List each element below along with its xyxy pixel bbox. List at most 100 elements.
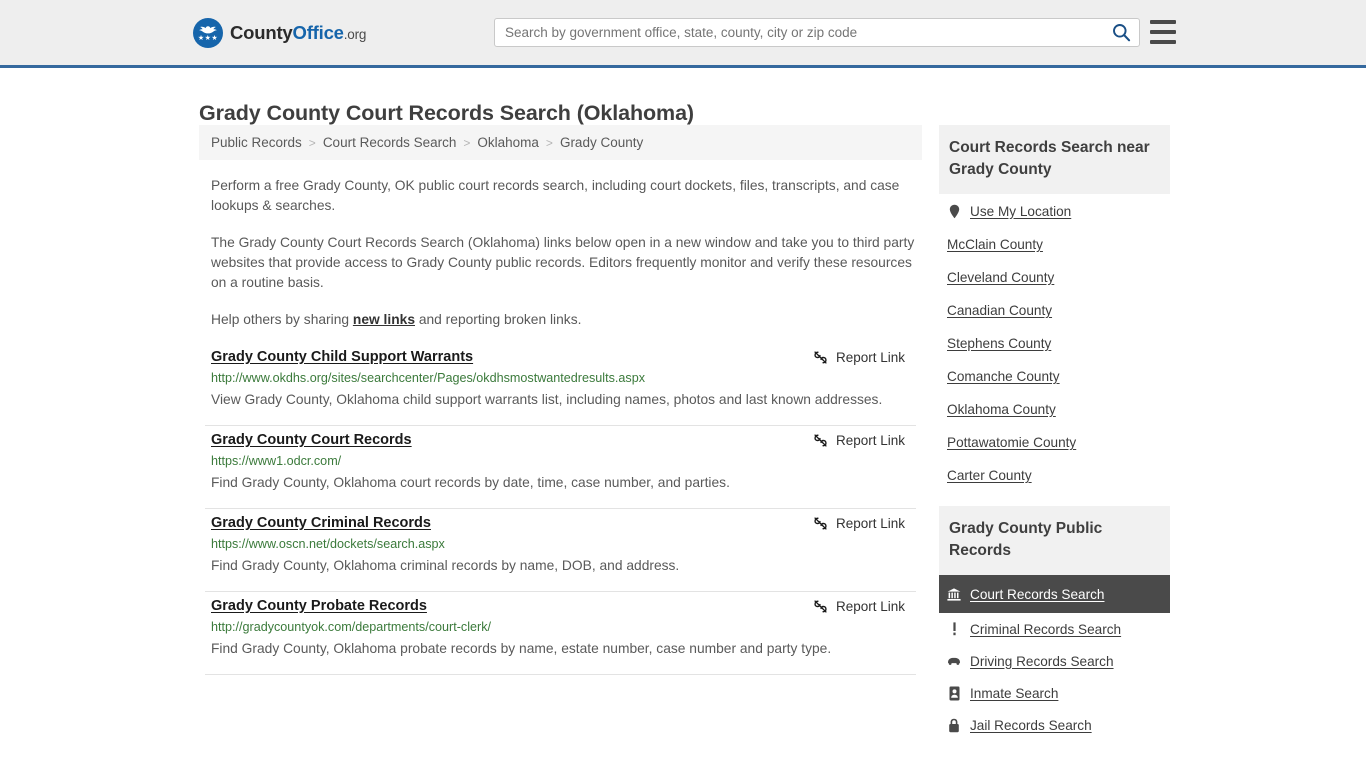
- sidebar-records-label[interactable]: Driving Records Search: [970, 654, 1114, 669]
- breadcrumb-separator: >: [308, 135, 316, 150]
- hamburger-bar-3: [1150, 40, 1176, 44]
- report-link-button[interactable]: Report Link: [813, 599, 905, 614]
- sidebar: Court Records Search near Grady County U…: [939, 125, 1170, 741]
- car-glyph: [948, 657, 960, 665]
- intro-paragraph-1: Perform a free Grady County, OK public c…: [211, 178, 900, 213]
- lock-glyph: [949, 718, 959, 732]
- page-title: Grady County Court Records Search (Oklah…: [199, 101, 694, 126]
- site-header: ★★★ CountyOffice.org: [0, 0, 1366, 68]
- search-button[interactable]: [1103, 19, 1139, 46]
- sidebar-nearby-label[interactable]: Pottawatomie County: [947, 435, 1076, 450]
- sidebar-records-label[interactable]: Inmate Search: [970, 686, 1058, 701]
- sidebar-nearby-label[interactable]: Oklahoma County: [947, 402, 1056, 417]
- hamburger-bar-1: [1150, 20, 1176, 24]
- broken-link-icon: [814, 600, 827, 613]
- sidebar-item-comanche-county[interactable]: Comanche County: [939, 360, 1170, 393]
- breadcrumb-separator: >: [545, 135, 553, 150]
- result-url[interactable]: https://www1.odcr.com/: [211, 454, 910, 468]
- report-link-label: Report Link: [835, 433, 905, 448]
- map-pin-icon: [947, 203, 961, 219]
- car-icon: [947, 653, 961, 669]
- broken-link-icon: [814, 517, 827, 530]
- sidebar-item-pottawatomie-county[interactable]: Pottawatomie County: [939, 426, 1170, 459]
- result-url[interactable]: http://www.okdhs.org/sites/searchcenter/…: [211, 371, 910, 385]
- sidebar-nearby-label[interactable]: Comanche County: [947, 369, 1060, 384]
- sidebar-item-oklahoma-county[interactable]: Oklahoma County: [939, 393, 1170, 426]
- logo-text-office: Office: [292, 22, 344, 43]
- report-link-label: Report Link: [835, 516, 905, 531]
- result-description: View Grady County, Oklahoma child suppor…: [211, 392, 883, 407]
- sidebar-item-jail-records-search[interactable]: Jail Records Search: [939, 709, 1170, 741]
- sidebar-item-mcclain-county[interactable]: McClain County: [939, 228, 1170, 261]
- sidebar-nearby-label[interactable]: McClain County: [947, 237, 1043, 252]
- sidebar-public-records-list: Court Records Search Criminal Records Se…: [939, 575, 1170, 741]
- sidebar-item-driving-records-search[interactable]: Driving Records Search: [939, 645, 1170, 677]
- intro-p3-before: Help others by sharing: [211, 312, 353, 327]
- id-badge-icon: [947, 685, 961, 701]
- sidebar-item-cleveland-county[interactable]: Cleveland County: [939, 261, 1170, 294]
- result-header: Grady County Child Support Warrants Repo…: [211, 349, 910, 365]
- result-title-link[interactable]: Grady County Child Support Warrants: [211, 349, 473, 365]
- result-url[interactable]: http://gradycountyok.com/departments/cou…: [211, 620, 910, 634]
- report-link-button[interactable]: Report Link: [813, 516, 905, 531]
- breadcrumb-item-public-records[interactable]: Public Records: [211, 135, 302, 150]
- breadcrumb-separator: >: [463, 135, 471, 150]
- courthouse-glyph: [947, 587, 961, 601]
- exclamation-glyph: [952, 622, 956, 636]
- sidebar-item-use-my-location[interactable]: Use My Location: [939, 194, 1170, 228]
- sidebar-nearby-label[interactable]: Carter County: [947, 468, 1032, 483]
- report-link-label: Report Link: [835, 599, 905, 614]
- result-item: Grady County Criminal Records Report Lin…: [205, 509, 916, 592]
- sidebar-records-label[interactable]: Court Records Search: [970, 587, 1104, 602]
- hamburger-menu-icon[interactable]: [1150, 20, 1176, 44]
- logo-text-county: County: [230, 22, 293, 43]
- result-url[interactable]: https://www.oscn.net/dockets/search.aspx: [211, 537, 910, 551]
- sidebar-nearby-label[interactable]: Cleveland County: [947, 270, 1054, 285]
- report-link-button[interactable]: Report Link: [813, 350, 905, 365]
- eagle-glyph: [199, 26, 217, 34]
- sidebar-item-canadian-county[interactable]: Canadian County: [939, 294, 1170, 327]
- breadcrumb: Public Records > Court Records Search > …: [199, 125, 922, 160]
- search-bar[interactable]: [494, 18, 1140, 47]
- intro-paragraph-3: Help others by sharing new links and rep…: [205, 310, 916, 330]
- sidebar-item-carter-county[interactable]: Carter County: [939, 459, 1170, 492]
- sidebar-item-inmate-search[interactable]: Inmate Search: [939, 677, 1170, 709]
- result-header: Grady County Criminal Records Report Lin…: [211, 515, 910, 531]
- exclamation-icon: [947, 621, 961, 637]
- logo-wordmark: CountyOffice.org: [230, 22, 366, 44]
- hamburger-bar-2: [1150, 30, 1176, 34]
- sidebar-nearby-label[interactable]: Use My Location: [970, 204, 1071, 219]
- result-header: Grady County Probate Records Report Link: [211, 598, 910, 614]
- results-list: Grady County Child Support Warrants Repo…: [199, 349, 922, 675]
- sidebar-nearby-list: Use My Location McClain County Cleveland…: [939, 194, 1170, 492]
- sidebar-records-label[interactable]: Jail Records Search: [970, 718, 1092, 733]
- intro-p3-after: and reporting broken links.: [415, 312, 582, 327]
- result-title-link[interactable]: Grady County Court Records: [211, 432, 412, 448]
- sidebar-item-criminal-records-search[interactable]: Criminal Records Search: [939, 613, 1170, 645]
- report-link-button[interactable]: Report Link: [813, 433, 905, 448]
- broken-link-icon: [814, 351, 827, 364]
- eagle-seal-icon: ★★★: [193, 18, 223, 48]
- courthouse-icon: [947, 586, 961, 602]
- sidebar-public-records-heading: Grady County Public Records: [939, 506, 1170, 575]
- sidebar-nearby-label[interactable]: Canadian County: [947, 303, 1052, 318]
- new-links-link[interactable]: new links: [353, 312, 415, 327]
- sidebar-item-court-records-search[interactable]: Court Records Search: [939, 575, 1170, 613]
- id-badge-glyph: [949, 686, 959, 700]
- sidebar-nearby-label[interactable]: Stephens County: [947, 336, 1051, 351]
- breadcrumb-item-court-records-search[interactable]: Court Records Search: [323, 135, 457, 150]
- result-title-link[interactable]: Grady County Probate Records: [211, 598, 427, 614]
- breadcrumb-item-oklahoma[interactable]: Oklahoma: [477, 135, 539, 150]
- breadcrumb-item-grady-county[interactable]: Grady County: [560, 135, 643, 150]
- site-logo[interactable]: ★★★ CountyOffice.org: [193, 18, 366, 48]
- stars-glyph: ★★★: [197, 35, 219, 42]
- search-input[interactable]: [495, 19, 1103, 46]
- result-description: Find Grady County, Oklahoma probate reco…: [211, 641, 832, 656]
- sidebar-item-stephens-county[interactable]: Stephens County: [939, 327, 1170, 360]
- report-link-label: Report Link: [835, 350, 905, 365]
- broken-link-icon: [814, 434, 827, 447]
- sidebar-records-label[interactable]: Criminal Records Search: [970, 622, 1121, 637]
- result-title-link[interactable]: Grady County Criminal Records: [211, 515, 431, 531]
- result-item: Grady County Child Support Warrants Repo…: [205, 349, 916, 426]
